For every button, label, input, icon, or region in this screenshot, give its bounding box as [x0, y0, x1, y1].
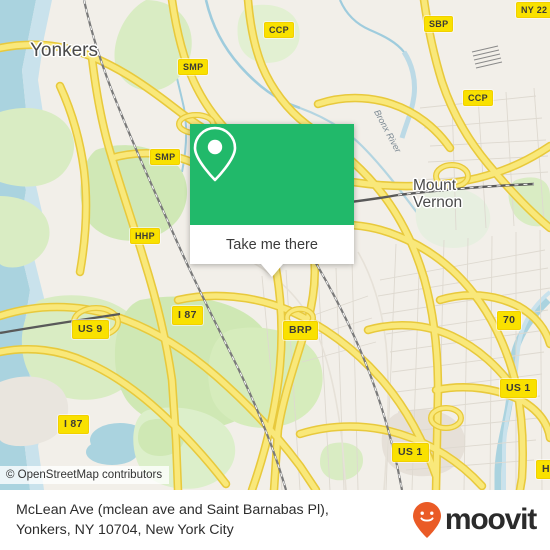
address-text: McLean Ave (mclean ave and Saint Barnaba…: [16, 500, 329, 540]
place-label-mount-vernon-line1: Mount: [413, 177, 457, 194]
osm-attribution[interactable]: © OpenStreetMap contributors: [0, 466, 170, 484]
road-shield-us9[interactable]: US 9: [72, 320, 109, 339]
map-canvas[interactable]: Yonkers Mount Vernon Bronx River CCP SBP…: [0, 0, 550, 490]
popup-header: [190, 124, 354, 225]
road-shield-hhp[interactable]: HHP: [130, 228, 160, 244]
popup-pointer-tail: [261, 264, 283, 277]
road-shield-hr[interactable]: HR: [536, 460, 550, 479]
road-shield-i87-south[interactable]: I 87: [58, 415, 89, 434]
road-shield-us1-east[interactable]: US 1: [500, 379, 537, 398]
road-shield-i87-north[interactable]: I 87: [172, 306, 203, 325]
road-shield-sbp[interactable]: SBP: [424, 16, 454, 32]
place-label-mount-vernon-line2: Vernon: [413, 194, 463, 211]
place-label-yonkers: Yonkers: [30, 40, 98, 61]
moovit-map-screenshot: Yonkers Mount Vernon Bronx River CCP SBP…: [0, 0, 550, 550]
moovit-logo[interactable]: moovit: [412, 501, 537, 539]
road-shield-brp[interactable]: BRP: [283, 321, 319, 340]
address-line-2: Yonkers, NY 10704, New York City: [16, 522, 234, 538]
road-shield-ny-22[interactable]: NY 22: [516, 2, 550, 18]
map-pin-icon: [193, 126, 237, 182]
location-popup-card[interactable]: Take me there: [190, 124, 354, 277]
address-line-1: McLean Ave (mclean ave and Saint Barnaba…: [16, 501, 329, 518]
road-shield-us1-south[interactable]: US 1: [392, 443, 429, 462]
road-shield-ccp-east[interactable]: CCP: [463, 90, 493, 106]
moovit-pin-icon: [412, 502, 441, 538]
take-me-there-label: Take me there: [226, 236, 318, 253]
road-shield-70[interactable]: 70: [497, 311, 522, 330]
footer-bar: McLean Ave (mclean ave and Saint Barnaba…: [0, 490, 550, 550]
road-shield-smp-north[interactable]: SMP: [178, 59, 209, 75]
road-shield-ccp-north[interactable]: CCP: [264, 22, 294, 38]
road-shield-smp-west[interactable]: SMP: [150, 149, 181, 165]
moovit-wordmark: moovit: [444, 503, 537, 536]
take-me-there-button[interactable]: Take me there: [190, 225, 354, 264]
